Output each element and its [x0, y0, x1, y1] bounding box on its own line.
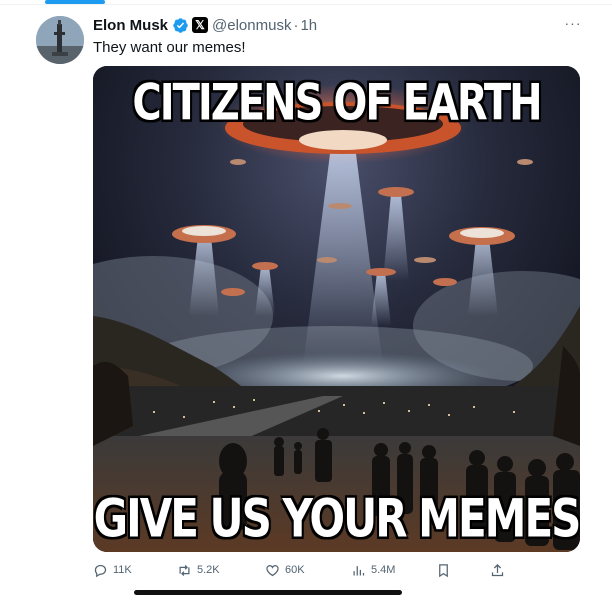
tweet-text: They want our memes! — [93, 39, 246, 56]
share-icon — [491, 563, 504, 576]
reply-icon — [94, 564, 107, 577]
share-button[interactable] — [490, 560, 505, 580]
reply-button[interactable]: 11K — [93, 560, 132, 580]
tweet-screen: Elon Musk 𝕏 @elonmusk · 1h ··· They want… — [0, 0, 612, 600]
display-name[interactable]: Elon Musk — [93, 17, 168, 34]
more-options-button[interactable]: ··· — [562, 14, 584, 34]
avatar[interactable] — [36, 16, 84, 64]
meme-top-caption: CITIZENS OF EARTH — [132, 74, 542, 132]
timestamp[interactable]: 1h — [300, 17, 317, 34]
views-icon — [353, 565, 365, 575]
views-count: 5.4M — [371, 564, 396, 576]
reply-count: 11K — [113, 564, 132, 576]
bookmark-button[interactable] — [436, 560, 451, 580]
meme-image — [93, 66, 580, 552]
views-button[interactable]: 5.4M — [351, 560, 395, 580]
tweet-header: Elon Musk 𝕏 @elonmusk · 1h — [93, 15, 317, 35]
heart-icon — [266, 564, 279, 576]
affiliate-badge-icon: 𝕏 — [192, 17, 209, 33]
home-indicator[interactable] — [134, 590, 402, 595]
repost-button[interactable]: 5.2K — [177, 560, 220, 580]
verified-badge-icon — [173, 17, 188, 33]
avatar-image — [36, 16, 84, 64]
divider — [0, 4, 612, 5]
repost-icon — [179, 564, 190, 576]
meme-bottom-caption: GIVE US YOUR MEMES — [93, 487, 580, 550]
repost-count: 5.2K — [197, 564, 220, 576]
separator: · — [293, 16, 299, 34]
tweet-media[interactable]: CITIZENS OF EARTH GIVE US YOUR MEMES — [93, 66, 580, 552]
bookmark-icon — [439, 563, 448, 577]
like-button[interactable]: 60K — [265, 560, 305, 580]
like-count: 60K — [285, 564, 305, 576]
tweet-actions: 11K 5.2K 60K 5.4M — [93, 560, 513, 580]
handle[interactable]: @elonmusk — [212, 17, 291, 34]
